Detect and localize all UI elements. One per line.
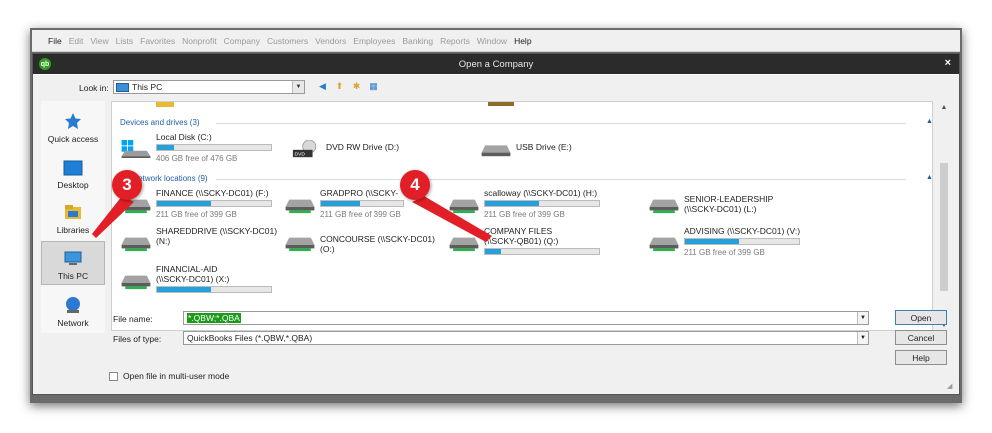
callout-3: 3 (112, 170, 142, 200)
callout-arrows (92, 196, 492, 242)
callout-4: 4 (400, 170, 430, 200)
callout-arrow-4 (412, 196, 492, 242)
callout-arrow-3 (92, 196, 134, 238)
